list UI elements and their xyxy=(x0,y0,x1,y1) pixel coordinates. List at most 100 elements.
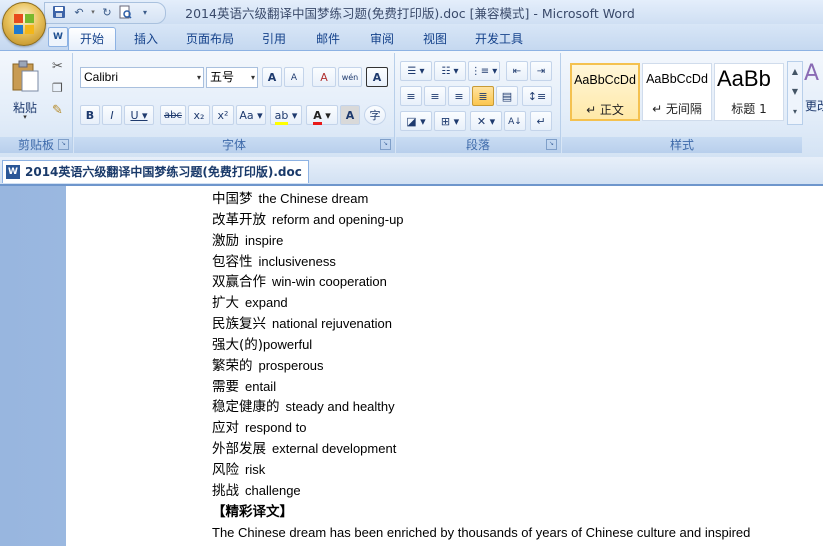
glossary-en: win-win cooperation xyxy=(272,274,387,290)
grow-font-button[interactable]: A xyxy=(262,67,282,87)
glossary-en: inclusiveness xyxy=(258,253,336,269)
clipboard-launcher-icon[interactable]: ↘ xyxy=(58,139,69,150)
borders-button[interactable]: ⊞ ▾ xyxy=(434,111,466,131)
superscript-icon: x² xyxy=(217,109,229,122)
font-group: Calibri ▾ 五号 ▾ A A A wén A B I U ▾ abc x… xyxy=(74,53,395,153)
align-center-button[interactable]: ≡ xyxy=(424,86,446,106)
paragraph-mark-icon: ↵ xyxy=(536,115,546,128)
style-normal-sample: AaBbCcDd xyxy=(574,73,636,87)
subscript-button[interactable]: x₂ xyxy=(188,105,210,125)
align-right-button[interactable]: ≡ xyxy=(448,86,470,106)
font-color-button[interactable]: A ▾ xyxy=(306,105,338,125)
tab-view[interactable]: 视图 xyxy=(413,28,457,50)
character-border-button[interactable]: A xyxy=(366,67,388,87)
numbering-button[interactable]: ☷ ▾ xyxy=(434,61,466,81)
styles-scroll-up-icon[interactable]: ▲ xyxy=(788,62,802,82)
strikethrough-button[interactable]: abc xyxy=(160,105,186,125)
font-size-value: 五号 xyxy=(210,70,235,84)
glossary-en: inspire xyxy=(245,232,284,248)
line-spacing-button[interactable]: ↕≡ xyxy=(522,86,552,106)
change-styles-icon[interactable]: A xyxy=(804,61,823,86)
word-help-icon[interactable]: W xyxy=(48,27,68,47)
justify-button[interactable]: ≣ xyxy=(472,86,494,106)
align-left-button[interactable]: ≡ xyxy=(400,86,422,106)
glossary-zh: 外部发展 xyxy=(212,441,266,458)
bullets-icon: ☰ xyxy=(407,66,417,77)
shrink-font-icon: A xyxy=(290,73,298,83)
highlight-icon: ab xyxy=(274,109,289,125)
bold-button[interactable]: B xyxy=(80,105,100,125)
chinese-layout-button[interactable]: ✕ ▾ xyxy=(470,111,502,131)
tab-insert[interactable]: 插入 xyxy=(124,28,168,50)
print-preview-icon[interactable] xyxy=(117,5,133,20)
phonetic-guide-button[interactable]: wén xyxy=(338,67,362,87)
change-case-button[interactable]: Aa ▾ xyxy=(236,105,266,125)
font-launcher-icon[interactable]: ↘ xyxy=(380,139,391,150)
highlight-button[interactable]: ab ▾ xyxy=(270,105,302,125)
bullets-button[interactable]: ☰ ▾ xyxy=(400,61,432,81)
glossary-line: 应对 respond to xyxy=(212,418,750,439)
copy-icon[interactable]: ❐ xyxy=(52,81,63,95)
redo-icon[interactable]: ↻ xyxy=(99,5,115,20)
glossary-zh: 双赢合作 xyxy=(212,274,266,291)
sort-button[interactable]: A↓ xyxy=(504,111,526,131)
glossary-en: expand xyxy=(245,295,288,311)
font-color-icon: A xyxy=(313,109,322,125)
style-normal[interactable]: AaBbCcDd ↵ 正文 xyxy=(570,63,640,121)
shading-button[interactable]: ◪ ▾ xyxy=(400,111,432,131)
customize-icon[interactable]: ▾ xyxy=(137,5,153,20)
increase-indent-button[interactable]: ⇥ xyxy=(530,61,552,81)
decrease-indent-button[interactable]: ⇤ xyxy=(506,61,528,81)
tab-mailings[interactable]: 邮件 xyxy=(306,28,350,50)
underline-button[interactable]: U ▾ xyxy=(124,105,154,125)
font-size-select[interactable]: 五号 ▾ xyxy=(206,67,258,88)
italic-button[interactable]: I xyxy=(102,105,122,125)
save-icon[interactable] xyxy=(51,5,67,20)
glossary-line: 需要 entail xyxy=(212,377,750,398)
styles-more-icon[interactable]: ▾ xyxy=(788,102,802,122)
office-button[interactable] xyxy=(2,2,46,46)
glossary-en: external development xyxy=(272,441,397,457)
tab-developer[interactable]: 开发工具 xyxy=(465,28,533,50)
tab-references[interactable]: 引用 xyxy=(252,28,296,50)
format-painter-icon[interactable]: ✎ xyxy=(52,103,63,118)
paragraph-launcher-icon[interactable]: ↘ xyxy=(546,139,557,150)
section-heading: 【精彩译文】 xyxy=(212,503,293,520)
distributed-button[interactable]: ▤ xyxy=(496,86,518,106)
styles-scroll-down-icon[interactable]: ▼ xyxy=(788,82,802,102)
tab-home[interactable]: 开始 xyxy=(68,27,116,51)
style-heading-1[interactable]: AaBb 标题 1 xyxy=(714,63,784,121)
quick-access-toolbar: ↶ ▾ ↻ ▾ xyxy=(44,2,166,24)
style-no-spacing[interactable]: AaBbCcDd ↵ 无间隔 xyxy=(642,63,712,121)
character-shading-icon: A xyxy=(345,109,355,122)
multilevel-list-button[interactable]: ⋮≡ ▾ xyxy=(468,61,500,81)
window-title: 2014英语六级翻译中国梦练习题(免费打印版).doc [兼容模式] - Mic… xyxy=(185,6,635,21)
subscript-icon: x₂ xyxy=(193,109,205,122)
style-heading-1-sample: AaBb xyxy=(717,66,771,91)
character-shading-button[interactable]: A xyxy=(340,105,360,125)
glossary-en: reform and opening-up xyxy=(272,211,404,227)
glossary-zh: 包容性 xyxy=(212,253,253,270)
clear-format-button[interactable]: A xyxy=(312,67,336,87)
shrink-font-button[interactable]: A xyxy=(284,67,304,87)
font-group-label: 字体 xyxy=(74,137,394,153)
glossary-line: 强大(的)powerful xyxy=(212,335,750,356)
document-body: 中国梦 the Chinese dream 改革开放 reform and open… xyxy=(212,189,750,543)
superscript-button[interactable]: x² xyxy=(212,105,234,125)
strikethrough-icon: abc xyxy=(164,110,182,121)
glossary-line: 包容性 inclusiveness xyxy=(212,252,750,273)
paste-button[interactable]: 粘贴 ▾ xyxy=(6,57,44,121)
tab-review[interactable]: 审阅 xyxy=(360,28,404,50)
enclose-characters-button[interactable]: 字 xyxy=(364,105,386,125)
font-name-select[interactable]: Calibri ▾ xyxy=(80,67,204,88)
change-styles-label[interactable]: 更改 xyxy=(805,97,823,114)
glossary-line: 挑战 challenge xyxy=(212,481,750,502)
glossary-en: challenge xyxy=(245,482,301,498)
document-tab[interactable]: W 2014英语六级翻译中国梦练习题(免费打印版).doc xyxy=(2,160,309,183)
italic-icon: I xyxy=(110,109,114,122)
tab-page-layout[interactable]: 页面布局 xyxy=(178,28,242,50)
font-name-dropdown-icon: ▾ xyxy=(196,73,201,82)
glossary-zh: 稳定健康的 xyxy=(212,399,280,416)
cut-icon[interactable]: ✂ xyxy=(52,59,63,74)
show-marks-button[interactable]: ↵ xyxy=(530,111,552,131)
